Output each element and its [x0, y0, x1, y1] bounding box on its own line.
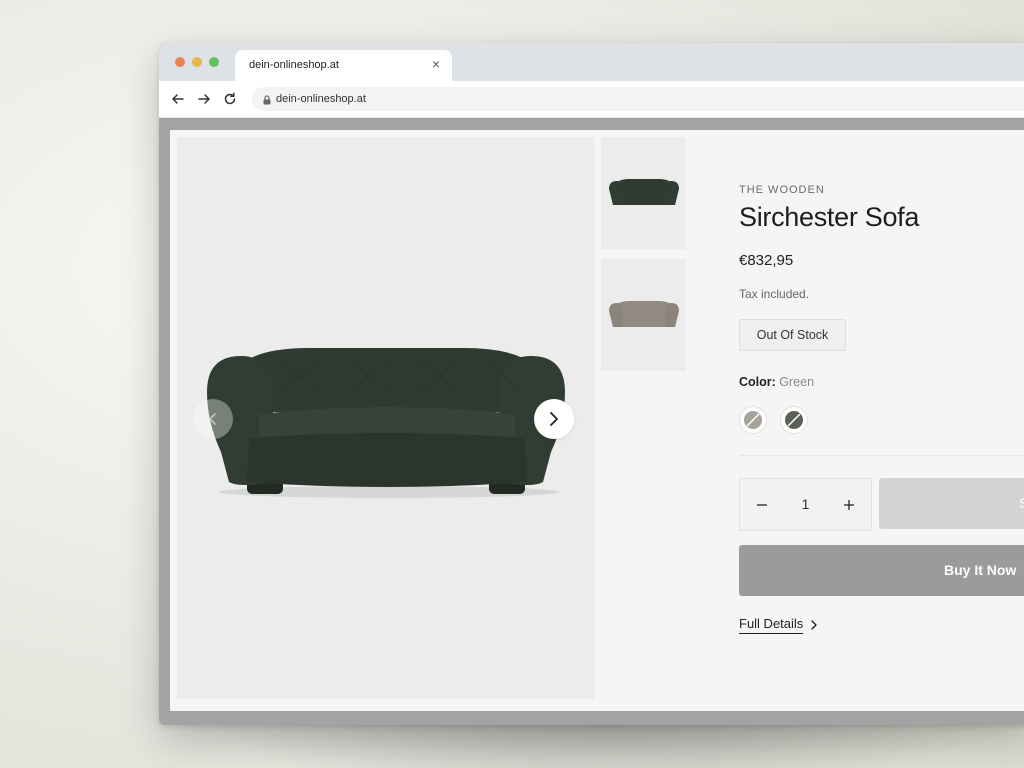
- add-to-cart-label: S: [1019, 495, 1024, 511]
- buy-it-now-label: Buy It Now: [944, 562, 1017, 578]
- sofa-thumbnail-image: [609, 179, 679, 205]
- tab-strip: dein-onlineshop.at ×: [159, 43, 1024, 81]
- minus-icon: [757, 503, 767, 506]
- add-to-cart-button[interactable]: S: [879, 478, 1024, 529]
- browser-window: dein-onlineshop.at × dein-onlineshop.at: [159, 43, 1024, 725]
- color-selector-label: Color: Green: [739, 375, 814, 389]
- plus-icon: [844, 499, 854, 510]
- swatch-green-icon: [785, 411, 803, 429]
- color-label: Color:: [739, 375, 776, 389]
- product-info: THE WOODEN Sirchester Sofa €832,95 Tax i…: [739, 130, 1024, 711]
- close-window-button[interactable]: [175, 57, 185, 67]
- quantity-stepper: 1: [739, 478, 872, 531]
- thumbnail-grey[interactable]: [601, 259, 686, 371]
- window-controls: [175, 57, 219, 67]
- buy-it-now-button[interactable]: Buy It Now: [739, 545, 1024, 596]
- tax-note: Tax included.: [739, 287, 810, 301]
- lock-icon: [261, 93, 273, 105]
- color-value: Green: [779, 375, 815, 389]
- viewport: THE WOODEN Sirchester Sofa €832,95 Tax i…: [159, 118, 1024, 725]
- forward-icon[interactable]: [195, 90, 213, 108]
- browser-toolbar: dein-onlineshop.at: [159, 81, 1024, 118]
- full-details-link[interactable]: Full Details: [739, 616, 819, 634]
- url-text: dein-onlineshop.at: [276, 93, 366, 105]
- swatch-green[interactable]: [780, 406, 808, 434]
- swatch-grey[interactable]: [739, 406, 767, 434]
- gallery-prev-button[interactable]: [193, 399, 233, 439]
- chevron-left-icon: [209, 413, 216, 425]
- sofa-thumbnail-grey-image: [609, 301, 679, 327]
- sofa-image: [207, 348, 565, 498]
- product-main-image: [177, 137, 594, 699]
- gallery-next-button[interactable]: [534, 399, 574, 439]
- decrease-quantity-button[interactable]: [740, 479, 784, 530]
- divider: [739, 455, 1024, 456]
- reload-icon[interactable]: [221, 90, 239, 108]
- browser-tab[interactable]: dein-onlineshop.at ×: [235, 50, 452, 81]
- stock-status-badge: Out Of Stock: [739, 319, 846, 351]
- close-tab-icon[interactable]: ×: [428, 56, 444, 72]
- back-icon[interactable]: [169, 90, 187, 108]
- product-vendor: THE WOODEN: [739, 184, 825, 196]
- minimize-window-button[interactable]: [192, 57, 202, 67]
- address-bar[interactable]: dein-onlineshop.at: [252, 87, 1024, 111]
- full-details-label: Full Details: [739, 616, 804, 634]
- maximize-window-button[interactable]: [209, 57, 219, 67]
- product-title: Sirchester Sofa: [739, 202, 920, 232]
- chevron-right-icon: [811, 620, 817, 630]
- tab-title: dein-onlineshop.at: [249, 59, 339, 71]
- product-page: THE WOODEN Sirchester Sofa €832,95 Tax i…: [170, 130, 1024, 711]
- quantity-input[interactable]: 1: [784, 479, 827, 530]
- product-price: €832,95: [739, 252, 794, 269]
- thumbnail-green[interactable]: [601, 137, 686, 249]
- increase-quantity-button[interactable]: [827, 479, 871, 530]
- swatch-grey-icon: [744, 411, 762, 429]
- chevron-right-icon: [550, 412, 558, 426]
